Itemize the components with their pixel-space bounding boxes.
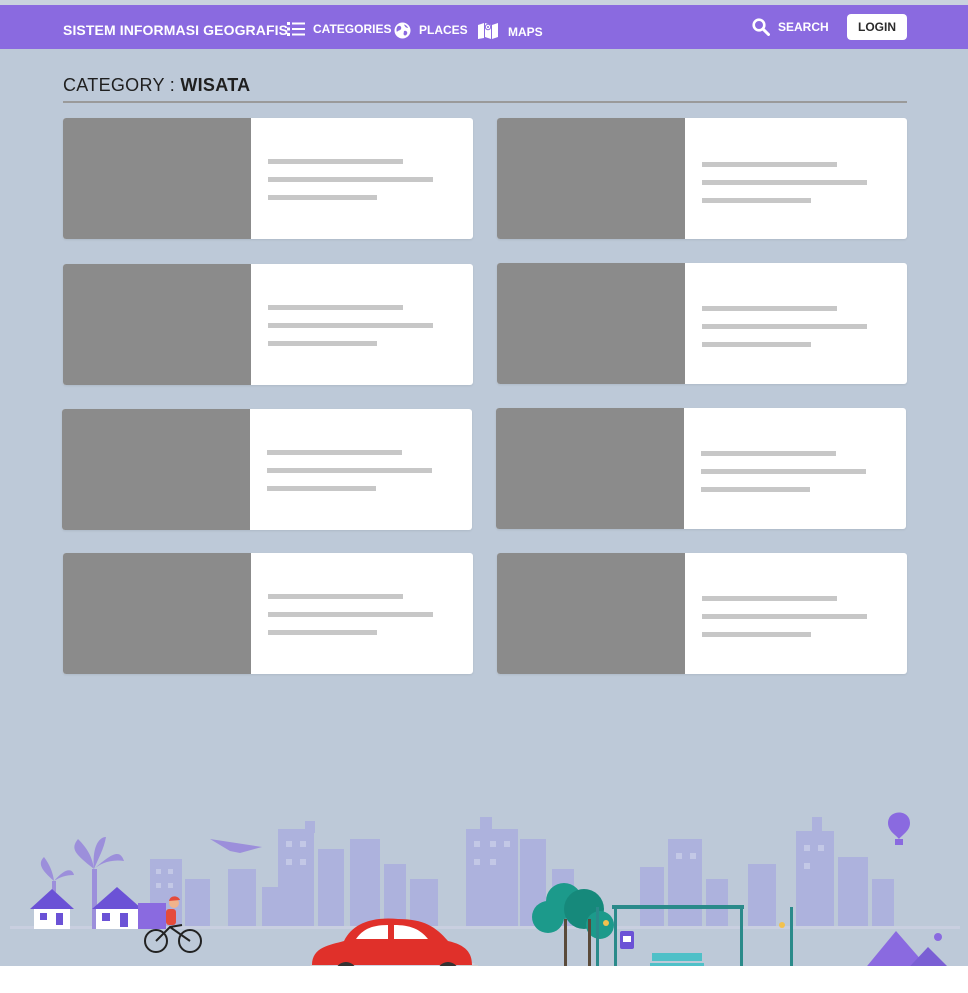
page-title-prefix: CATEGORY : bbox=[63, 75, 181, 95]
card-thumbnail-placeholder bbox=[497, 553, 685, 674]
card-thumbnail-placeholder bbox=[63, 264, 251, 385]
card-text-placeholder bbox=[702, 342, 811, 347]
card-text-placeholder bbox=[268, 594, 403, 599]
card-text-placeholder bbox=[702, 162, 837, 167]
search-icon bbox=[752, 18, 770, 36]
card-text-placeholder bbox=[267, 486, 376, 491]
place-card[interactable] bbox=[62, 409, 472, 530]
nav-places-label: PLACES bbox=[419, 23, 468, 37]
card-thumbnail-placeholder bbox=[497, 263, 685, 384]
card-text-placeholder bbox=[267, 450, 402, 455]
navbar: SISTEM INFORMASI GEOGRAFIS CATEGORIES PL… bbox=[0, 5, 968, 49]
login-button[interactable]: LOGIN bbox=[847, 14, 907, 40]
list-icon bbox=[287, 22, 305, 36]
nav-maps-label: MAPS bbox=[508, 24, 543, 39]
map-icon bbox=[478, 21, 498, 39]
search-label: SEARCH bbox=[778, 20, 829, 34]
card-text-placeholder bbox=[702, 306, 837, 311]
place-card[interactable] bbox=[497, 263, 907, 384]
card-text-placeholder bbox=[701, 451, 836, 456]
globe-icon bbox=[394, 22, 411, 39]
card-text-placeholder bbox=[268, 630, 377, 635]
card-thumbnail-placeholder bbox=[62, 409, 250, 530]
card-text-placeholder bbox=[268, 612, 433, 617]
card-thumbnail-placeholder bbox=[63, 118, 251, 239]
card-text-placeholder bbox=[268, 177, 433, 182]
card-thumbnail-placeholder bbox=[497, 118, 685, 239]
city-illustration bbox=[10, 812, 960, 966]
search-link[interactable]: SEARCH bbox=[752, 15, 829, 39]
card-text-placeholder bbox=[702, 632, 811, 637]
place-card[interactable] bbox=[63, 118, 473, 239]
place-card[interactable] bbox=[497, 553, 907, 674]
page-bottom bbox=[0, 966, 968, 993]
place-card[interactable] bbox=[63, 553, 473, 674]
card-thumbnail-placeholder bbox=[63, 553, 251, 674]
title-divider bbox=[63, 101, 907, 103]
place-card[interactable] bbox=[63, 264, 473, 385]
card-text-placeholder bbox=[702, 596, 837, 601]
nav-places[interactable]: PLACES bbox=[394, 18, 468, 42]
card-text-placeholder bbox=[702, 324, 867, 329]
card-text-placeholder bbox=[702, 180, 867, 185]
page-title-category: WISATA bbox=[180, 75, 251, 95]
card-text-placeholder bbox=[268, 195, 377, 200]
card-thumbnail-placeholder bbox=[496, 408, 684, 529]
nav-maps[interactable]: MAPS bbox=[478, 18, 543, 42]
nav-categories-label: CATEGORIES bbox=[313, 22, 392, 36]
card-text-placeholder bbox=[268, 159, 403, 164]
card-text-placeholder bbox=[268, 323, 433, 328]
card-text-placeholder bbox=[702, 198, 811, 203]
card-text-placeholder bbox=[702, 614, 867, 619]
card-text-placeholder bbox=[267, 468, 432, 473]
brand-link[interactable]: SISTEM INFORMASI GEOGRAFIS bbox=[63, 22, 288, 38]
main-content: CATEGORY : WISATA bbox=[0, 49, 968, 966]
card-text-placeholder bbox=[268, 305, 403, 310]
card-text-placeholder bbox=[701, 469, 866, 474]
card-text-placeholder bbox=[268, 341, 377, 346]
page-title: CATEGORY : WISATA bbox=[63, 75, 250, 96]
nav-categories[interactable]: CATEGORIES bbox=[287, 17, 391, 41]
place-card[interactable] bbox=[496, 408, 906, 529]
place-card[interactable] bbox=[497, 118, 907, 239]
card-text-placeholder bbox=[701, 487, 810, 492]
